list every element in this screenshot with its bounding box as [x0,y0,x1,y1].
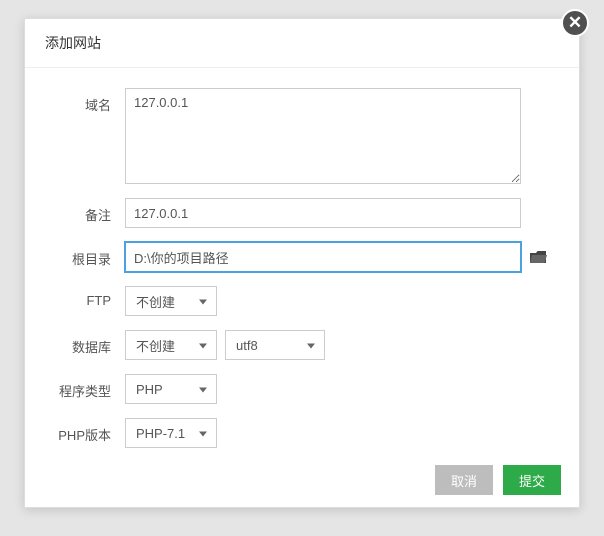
dialog-title: 添加网站 [25,19,579,68]
row-program-type: 程序类型 PHP [53,374,551,404]
row-php-version: PHP版本 PHP-7.1 [53,418,551,448]
row-domain: 域名 127.0.0.1 [53,88,551,184]
php-version-select[interactable]: PHP-7.1 [125,418,217,448]
root-input[interactable] [125,242,521,272]
folder-icon[interactable] [529,250,547,264]
submit-button[interactable]: 提交 [503,465,561,495]
program-type-label: 程序类型 [53,374,125,400]
ftp-select[interactable]: 不创建 [125,286,217,316]
charset-select[interactable]: utf8 [225,330,325,360]
note-input[interactable] [125,198,521,228]
database-select[interactable]: 不创建 [125,330,217,360]
add-site-dialog: ✕ 添加网站 域名 127.0.0.1 备注 根目录 [24,18,580,508]
note-label: 备注 [53,198,125,224]
row-root: 根目录 [53,242,551,272]
dialog-body: 域名 127.0.0.1 备注 根目录 [25,68,579,472]
domain-label: 域名 [53,88,125,114]
row-ftp: FTP 不创建 [53,286,551,316]
php-version-label: PHP版本 [53,418,125,444]
dialog-footer: 取消 提交 [417,453,579,507]
close-button[interactable]: ✕ [561,9,589,37]
program-type-select[interactable]: PHP [125,374,217,404]
row-database: 数据库 不创建 utf8 [53,330,551,360]
domain-input[interactable]: 127.0.0.1 [125,88,521,184]
row-note: 备注 [53,198,551,228]
root-label: 根目录 [53,242,125,268]
ftp-label: FTP [53,286,125,308]
database-label: 数据库 [53,330,125,356]
cancel-button[interactable]: 取消 [435,465,493,495]
